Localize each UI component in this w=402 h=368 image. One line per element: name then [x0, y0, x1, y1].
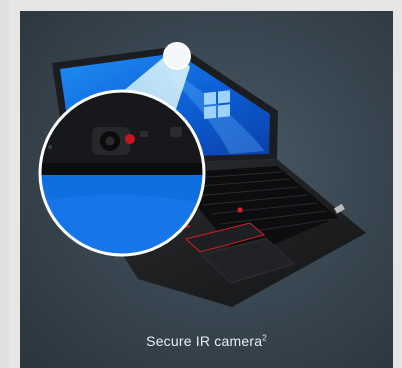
caption-text: Secure IR camera	[146, 333, 263, 349]
caption-footnote: 2	[262, 333, 267, 343]
trackpoint	[237, 207, 243, 213]
feature-card: Secure IR camera2	[20, 11, 393, 368]
caption: Secure IR camera2	[20, 333, 393, 349]
camera-location-marker	[163, 42, 191, 70]
laptop-illustration	[38, 42, 366, 307]
ir-sensor	[125, 134, 135, 144]
right-edge	[393, 0, 402, 368]
left-strip	[0, 0, 9, 368]
left-gutter	[9, 0, 20, 368]
